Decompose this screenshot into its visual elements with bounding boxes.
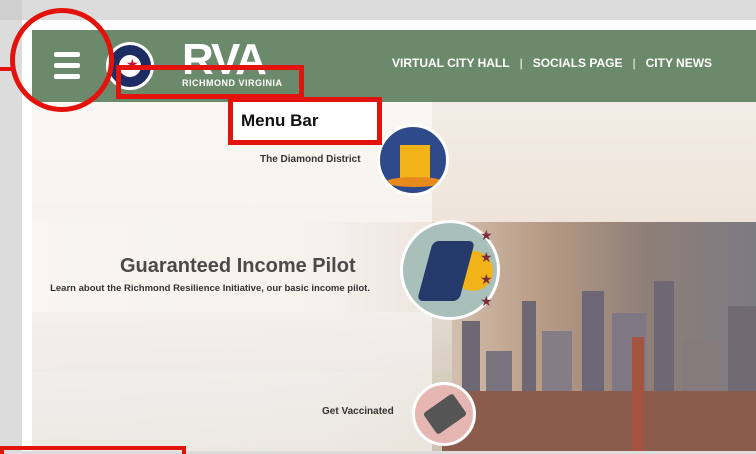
guaranteed-income-description: Learn about the Richmond Resilience Init… [50,283,370,294]
annotation-circle-hamburger [10,8,114,112]
diamond-district-label[interactable]: The Diamond District [260,154,361,165]
annotation-box-bottom [0,446,186,454]
megaphone-icon[interactable] [412,382,476,446]
get-vaccinated-label[interactable]: Get Vaccinated [322,406,394,417]
nav-separator: | [632,56,636,70]
top-navigation: VIRTUAL CITY HALL | SOCIALS PAGE | CITY NEWS [392,56,712,70]
nav-separator: | [519,56,523,70]
star-decoration-icon: ★ ★ ★ ★ [480,227,493,309]
nav-virtual-city-hall[interactable]: VIRTUAL CITY HALL [392,56,510,70]
hero-banner: The Diamond District Guaranteed Income P… [32,102,756,451]
annotation-box-logo [116,65,304,99]
page-corner [0,0,22,20]
nav-socials-page[interactable]: SOCIALS PAGE [533,56,623,70]
nav-city-news[interactable]: CITY NEWS [646,56,712,70]
annotation-menu-bar-label: Menu Bar [228,97,382,145]
guaranteed-income-title[interactable]: Guaranteed Income Pilot [120,255,356,278]
brick-smokestack [632,337,644,451]
diamond-district-icon[interactable] [377,124,449,196]
